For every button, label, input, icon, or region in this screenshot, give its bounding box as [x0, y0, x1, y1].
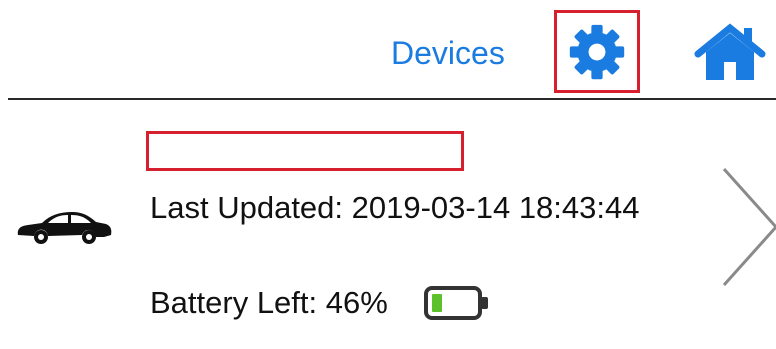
chevron-right-icon[interactable]	[718, 165, 776, 289]
device-name	[146, 131, 464, 171]
nav-divider	[8, 98, 776, 100]
settings-button[interactable]	[554, 10, 640, 93]
last-updated-text: Last Updated: 2019-03-14 18:43:44	[150, 190, 640, 225]
home-button[interactable]	[694, 22, 766, 82]
app-screen: Devices Last Updated: 2019-03-14 18:43:4…	[0, 0, 776, 349]
battery-icon	[423, 286, 490, 320]
nav-bar: Devices	[0, 0, 776, 100]
battery-status: Battery Left: 46%	[150, 283, 490, 323]
car-icon	[14, 205, 114, 247]
battery-left-text: Battery Left: 46%	[150, 285, 388, 320]
gear-icon	[569, 24, 625, 79]
devices-link[interactable]: Devices	[391, 30, 505, 76]
battery-level-fill	[431, 294, 442, 312]
device-list-item[interactable]: Last Updated: 2019-03-14 18:43:44 Batter…	[0, 101, 776, 349]
home-icon	[694, 23, 766, 80]
